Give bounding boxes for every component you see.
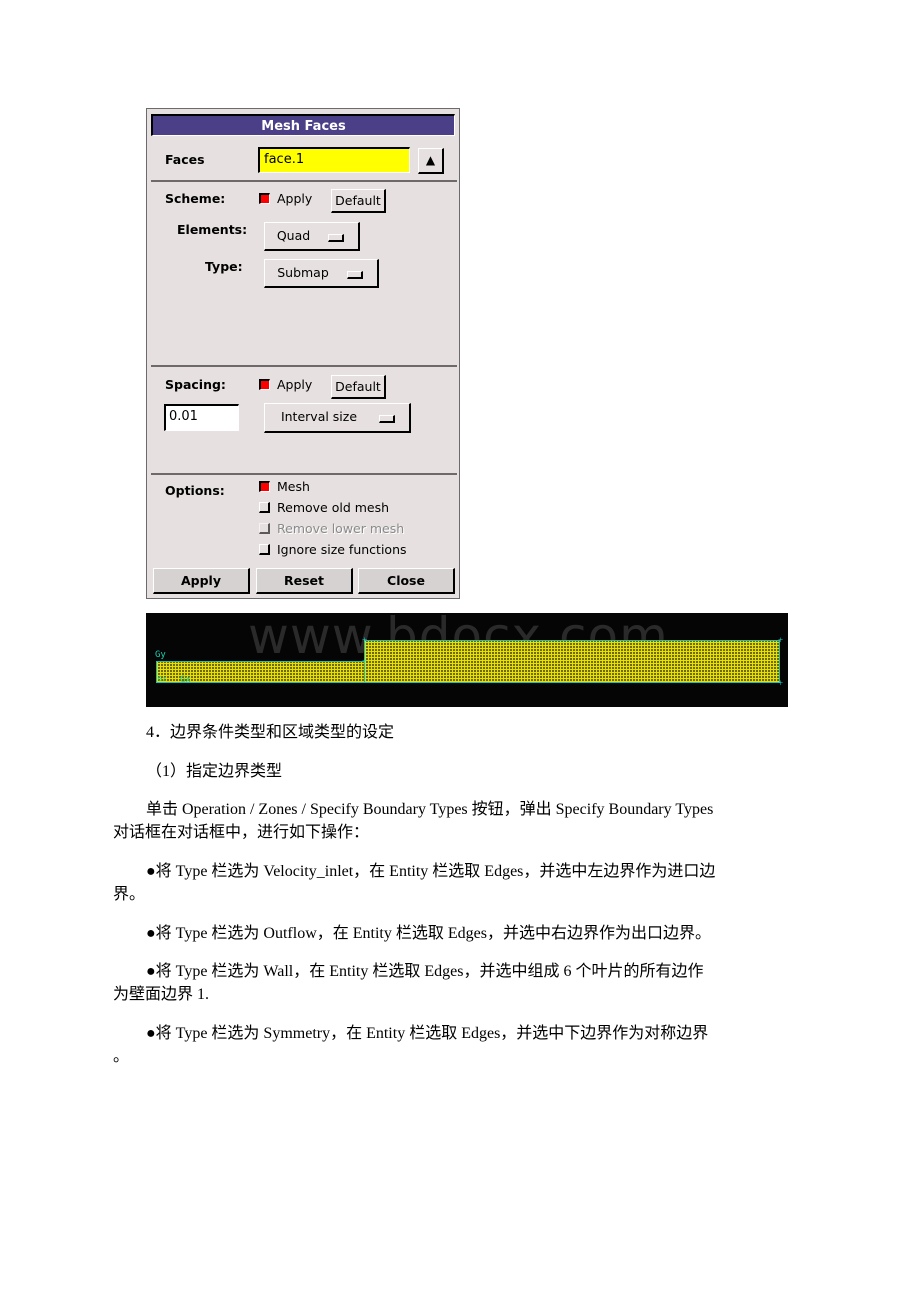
option-menu-indicator-icon [379, 415, 395, 423]
elements-label: Elements: [177, 222, 248, 237]
reset-button[interactable]: Reset [256, 568, 353, 594]
ignore-size-functions-checkbox[interactable] [259, 544, 270, 555]
divider [151, 473, 457, 475]
spacing-apply-label: Apply [277, 377, 313, 392]
mesh-region-main [364, 640, 780, 683]
mesh-graphics-window: www.bdocx.com Gy Gx Gz + + + + [146, 613, 788, 707]
close-button[interactable]: Close [358, 568, 455, 594]
bullet-item: ●将 Type 栏选为 Velocity_inlet，在 Entity 栏选取 … [146, 863, 716, 880]
type-value: Submap [277, 265, 329, 280]
bullet-item: ●将 Type 栏选为 Symmetry，在 Entity 栏选取 Edges，… [146, 1025, 709, 1042]
faces-input[interactable]: face.1 [258, 147, 410, 173]
options-label: Options: [165, 483, 225, 498]
type-dropdown[interactable]: Submap [264, 259, 379, 288]
bullet-item-cont: 界。 [113, 886, 146, 903]
spacing-apply-checkbox[interactable] [259, 379, 270, 390]
mesh-option-label: Mesh [277, 479, 310, 494]
spacing-value-input[interactable]: 0.01 [164, 404, 239, 431]
axis-z-label: Gz [158, 675, 167, 683]
divider [151, 180, 457, 182]
section-heading: 4．边界条件类型和区域类型的设定 [146, 724, 395, 741]
option-menu-indicator-icon [347, 271, 363, 279]
divider [151, 365, 457, 367]
faces-label: Faces [165, 152, 205, 167]
scheme-apply-label: Apply [277, 191, 313, 206]
remove-lower-mesh-label: Remove lower mesh [277, 521, 405, 536]
axis-y-label: Gy [155, 650, 166, 660]
vertex-marker-icon: + [778, 678, 784, 688]
apply-button[interactable]: Apply [153, 568, 250, 594]
option-menu-indicator-icon [328, 234, 344, 242]
elements-dropdown[interactable]: Quad [264, 222, 360, 251]
dialog-title: Mesh Faces [151, 114, 455, 136]
intro-paragraph-line2: 对话框在对话框中，进行如下操作： [113, 824, 370, 841]
scheme-apply-checkbox[interactable] [259, 193, 270, 204]
spacing-method-dropdown[interactable]: Interval size [264, 403, 411, 433]
spacing-default-button[interactable]: Default [331, 375, 386, 399]
spacing-label: Spacing: [165, 377, 226, 392]
vertex-marker-icon: + [778, 635, 784, 645]
select-faces-button[interactable]: ▲ [418, 148, 444, 174]
bullet-item: ●将 Type 栏选为 Wall，在 Entity 栏选取 Edges，并选中组… [146, 963, 704, 980]
scheme-label: Scheme: [165, 191, 226, 206]
bullet-item-cont: 。 [113, 1048, 130, 1065]
up-arrow-icon: ▲ [425, 153, 436, 167]
intro-paragraph-line1: 单击 Operation / Zones / Specify Boundary … [146, 801, 714, 818]
mesh-faces-dialog: Mesh Faces Faces face.1 ▲ Scheme: Apply … [146, 108, 460, 599]
remove-old-mesh-label: Remove old mesh [277, 500, 390, 515]
mesh-checkbox[interactable] [259, 481, 270, 492]
type-label: Type: [205, 259, 243, 274]
ignore-size-functions-label: Ignore size functions [277, 542, 407, 557]
spacing-method-value: Interval size [280, 409, 358, 424]
vertex-marker-icon: + [362, 656, 368, 666]
bullet-item-cont: 为壁面边界 1. [113, 986, 210, 1003]
remove-old-mesh-checkbox[interactable] [259, 502, 270, 513]
elements-value: Quad [276, 228, 311, 243]
axis-x-label: Gx [180, 675, 191, 685]
scheme-default-button[interactable]: Default [331, 189, 386, 213]
subsection-heading: （1）指定边界类型 [146, 763, 283, 780]
remove-lower-mesh-checkbox [259, 523, 270, 534]
vertex-marker-icon: + [362, 635, 368, 645]
bullet-item: ●将 Type 栏选为 Outflow，在 Entity 栏选取 Edges，并… [146, 925, 711, 942]
